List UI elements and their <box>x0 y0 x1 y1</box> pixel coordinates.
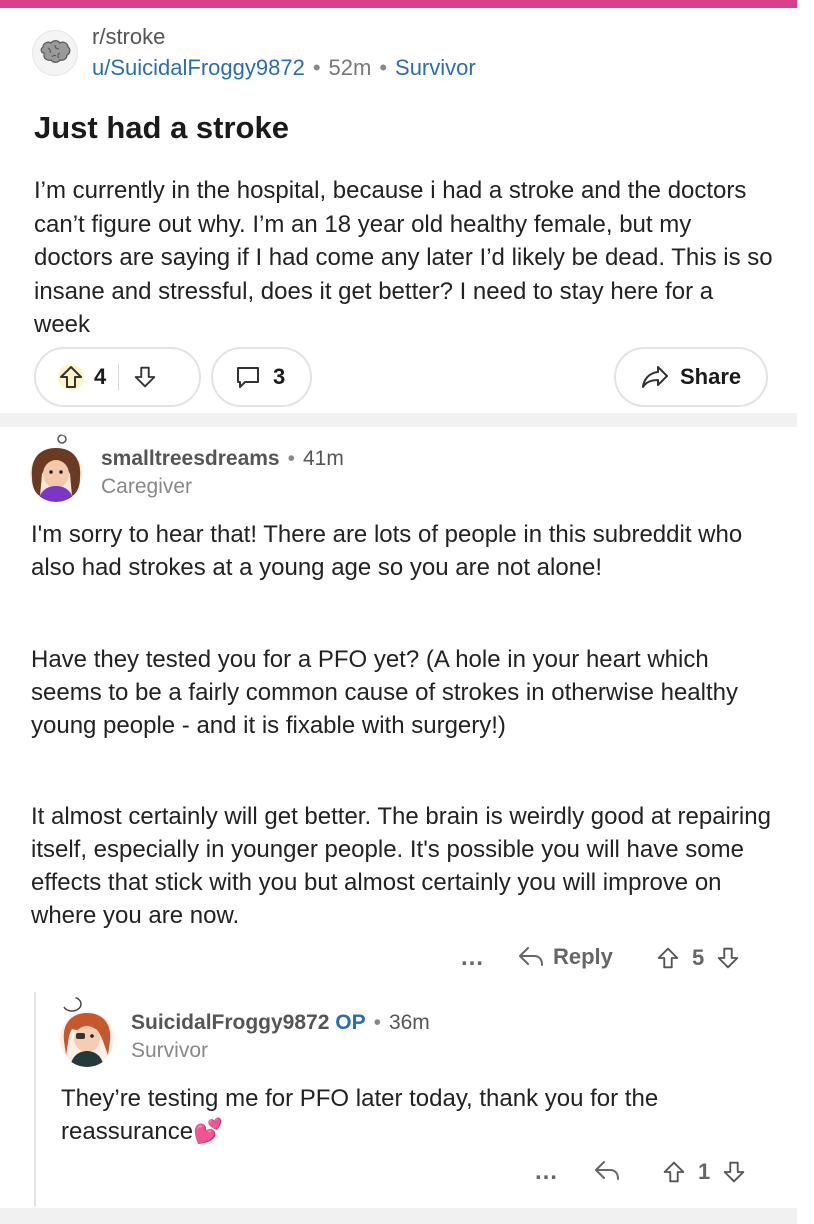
reply-arrow-icon <box>595 1161 619 1180</box>
comment-count: 3 <box>273 364 286 389</box>
post-title: Just had a stroke <box>34 110 289 145</box>
upvote-count: 4 <box>94 364 107 389</box>
post-meta: u/SuicidalFroggy9872 • 52m • Survivor <box>92 55 476 81</box>
share-label: Share <box>680 364 742 389</box>
avatar[interactable] <box>26 434 86 502</box>
user-avatar-icon <box>30 434 82 502</box>
thread-line[interactable] <box>34 992 36 1206</box>
comment-bubble-icon <box>237 367 259 388</box>
separator-dot: • <box>287 447 295 470</box>
upvote-button[interactable] <box>660 1158 688 1186</box>
downvote-arrow-icon <box>717 947 739 969</box>
downvote-button[interactable] <box>714 944 742 972</box>
separator-dot: • <box>373 1011 381 1034</box>
section-divider <box>0 413 797 427</box>
subreddit-avatar[interactable] <box>32 30 78 76</box>
vote-count: 1 <box>698 1159 711 1184</box>
upvote-button[interactable] <box>56 362 86 392</box>
downvote-button[interactable] <box>131 363 159 391</box>
user-avatar-icon <box>60 996 114 1067</box>
comment-paragraph: Have they tested you for a PFO yet? (A h… <box>31 646 738 739</box>
avatar[interactable] <box>56 995 118 1067</box>
upvote-arrow-icon <box>58 364 84 390</box>
vote-count: 5 <box>692 945 705 970</box>
downvote-arrow-icon <box>723 1161 745 1183</box>
subreddit-name[interactable]: r/stroke <box>92 24 165 50</box>
reply-arrow-icon <box>519 947 543 966</box>
comments-button[interactable]: 3 <box>211 347 312 407</box>
reply-button[interactable]: Reply <box>517 944 613 970</box>
post-time: 52m <box>328 55 372 80</box>
comment-author[interactable]: smalltreesdreams <box>101 447 280 470</box>
comment-paragraph: I'm sorry to hear that! There are lots o… <box>31 521 743 581</box>
vote-bar: 4 <box>34 347 201 407</box>
reply-button[interactable] <box>593 1158 621 1184</box>
comment-vote-bar: 5 <box>654 944 742 972</box>
post-body: I’m currently in the hospital, because i… <box>34 177 773 338</box>
comment-paragraph: It almost certainly will get better. The… <box>31 803 771 929</box>
post-author[interactable]: u/SuicidalFroggy9872 <box>92 55 305 80</box>
separator-dot: • <box>312 55 321 80</box>
top-accent-bar <box>0 0 797 8</box>
comment-meta: smalltreesdreams • 41m <box>101 447 344 471</box>
downvote-arrow-icon <box>134 366 156 388</box>
comment-text: They’re testing me for PFO later today, … <box>61 1085 659 1145</box>
post-flair: Survivor <box>395 55 476 80</box>
more-options-button[interactable]: … <box>460 944 484 972</box>
more-options-button[interactable]: … <box>534 1158 558 1186</box>
share-button[interactable]: Share <box>614 347 768 407</box>
comment-flair: Caregiver <box>101 475 193 498</box>
brain-icon <box>40 40 71 63</box>
comment-vote-bar: 1 <box>660 1158 748 1186</box>
reply-label: Reply <box>553 944 613 969</box>
comment-time: 41m <box>302 447 344 470</box>
comment-meta: SuicidalFroggy9872 OP • 36m <box>131 1011 430 1035</box>
upvote-arrow-icon <box>663 1161 685 1183</box>
separator-dot: • <box>379 55 388 80</box>
vote-separator <box>118 364 120 390</box>
comment-flair: Survivor <box>131 1039 209 1062</box>
comment-author[interactable]: SuicidalFroggy9872 <box>131 1011 329 1034</box>
section-divider <box>0 1208 797 1224</box>
upvote-arrow-icon <box>657 947 679 969</box>
upvote-button[interactable] <box>654 944 682 972</box>
share-arrow-icon <box>642 366 668 388</box>
op-badge: OP <box>335 1011 366 1034</box>
comment-time: 36m <box>388 1011 430 1034</box>
downvote-button[interactable] <box>720 1158 748 1186</box>
